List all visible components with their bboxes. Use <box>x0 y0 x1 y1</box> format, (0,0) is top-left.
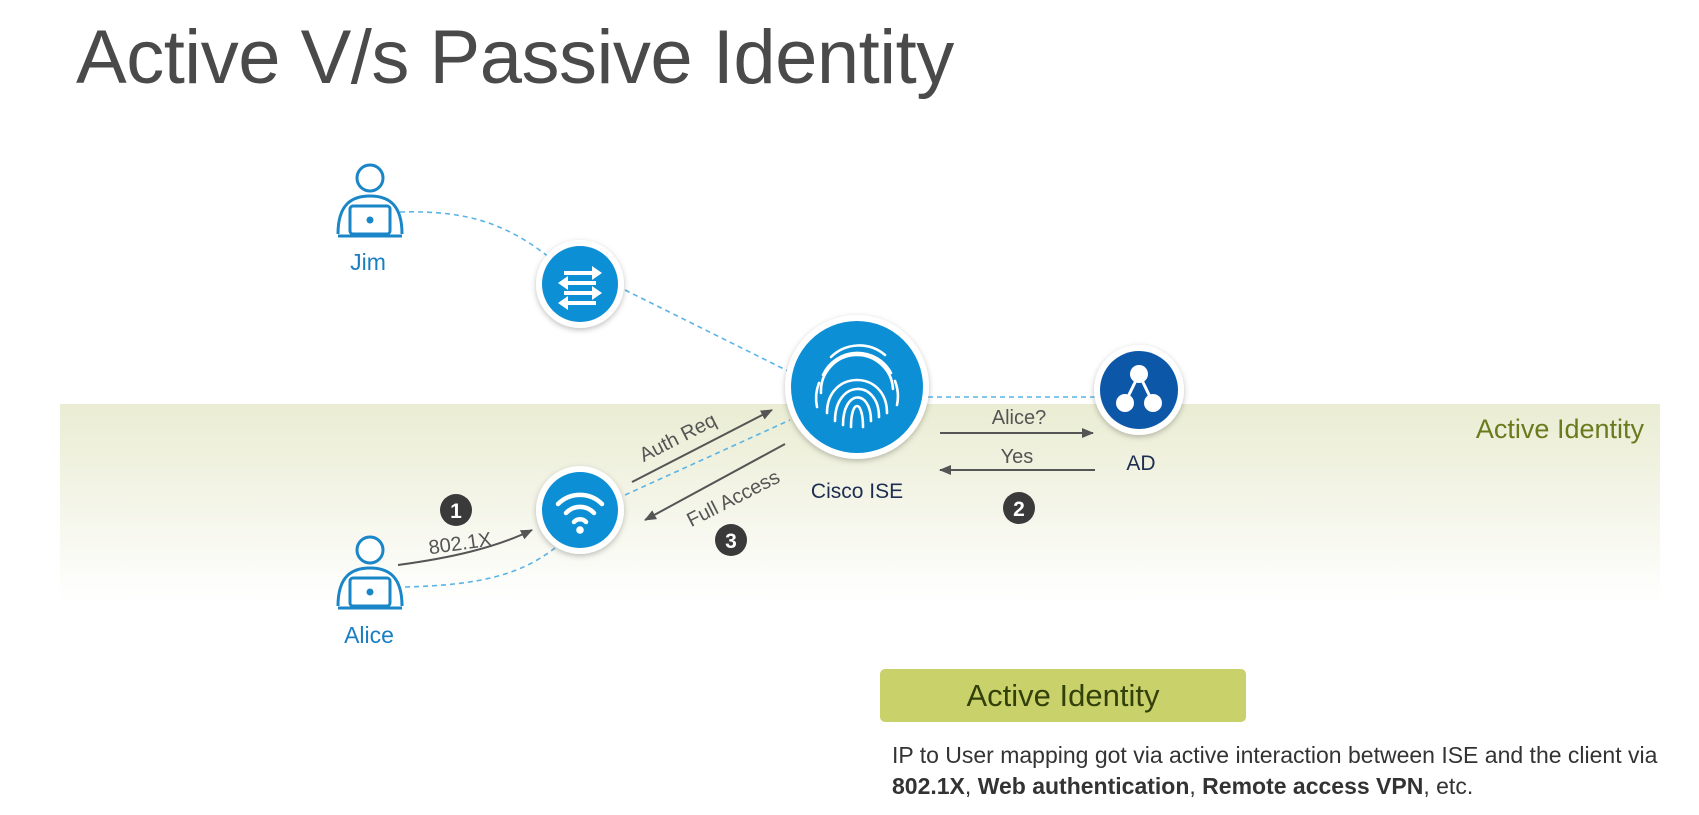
desc-suffix: , etc. <box>1423 773 1474 799</box>
term-web-authentication: Web authentication <box>977 773 1190 799</box>
user-alice: Alice <box>336 535 404 648</box>
desc-separator: , <box>1189 773 1203 799</box>
user-laptop-icon <box>336 535 404 610</box>
svg-text:3: 3 <box>725 530 737 553</box>
svg-text:1: 1 <box>450 500 462 523</box>
desc-separator: , <box>964 773 978 799</box>
alice-label: Alice <box>344 622 394 648</box>
switch-node <box>536 240 624 328</box>
step-badge-1: 1 <box>440 494 472 526</box>
term-8021x: 802.1X <box>892 773 965 799</box>
label-8021x: 802.1X <box>427 529 493 560</box>
svg-text:2: 2 <box>1013 498 1025 521</box>
desc-prefix: IP to User mapping got via active intera… <box>892 742 1658 768</box>
ad-label: AD <box>1126 452 1155 475</box>
wireless-node <box>536 466 624 554</box>
identity-diagram: Jim Alice Cisco ISE AD 1 3 2 802.1X Auth… <box>336 163 1184 648</box>
term-remote-access-vpn: Remote access VPN <box>1202 773 1424 799</box>
active-identity-callout: Active Identity <box>880 669 1246 722</box>
link-alice-wifi <box>404 547 556 588</box>
dashed-links <box>399 211 1098 588</box>
label-full-access: Full Access <box>683 466 783 532</box>
label-yes: Yes <box>1001 446 1034 468</box>
ise-label: Cisco ISE <box>811 480 903 503</box>
active-identity-description: IP to User mapping got via active intera… <box>892 740 1672 802</box>
label-alice-query: Alice? <box>992 407 1046 429</box>
cisco-ise-node: Cisco ISE <box>785 315 929 503</box>
jim-label: Jim <box>350 249 386 275</box>
user-jim: Jim <box>336 163 404 275</box>
step-badge-3: 3 <box>715 524 747 556</box>
link-switch-ise <box>624 289 791 373</box>
step-badge-2: 2 <box>1003 492 1035 524</box>
user-laptop-icon <box>336 163 404 238</box>
ad-node: AD <box>1094 345 1184 475</box>
link-jim-switch <box>399 211 556 263</box>
